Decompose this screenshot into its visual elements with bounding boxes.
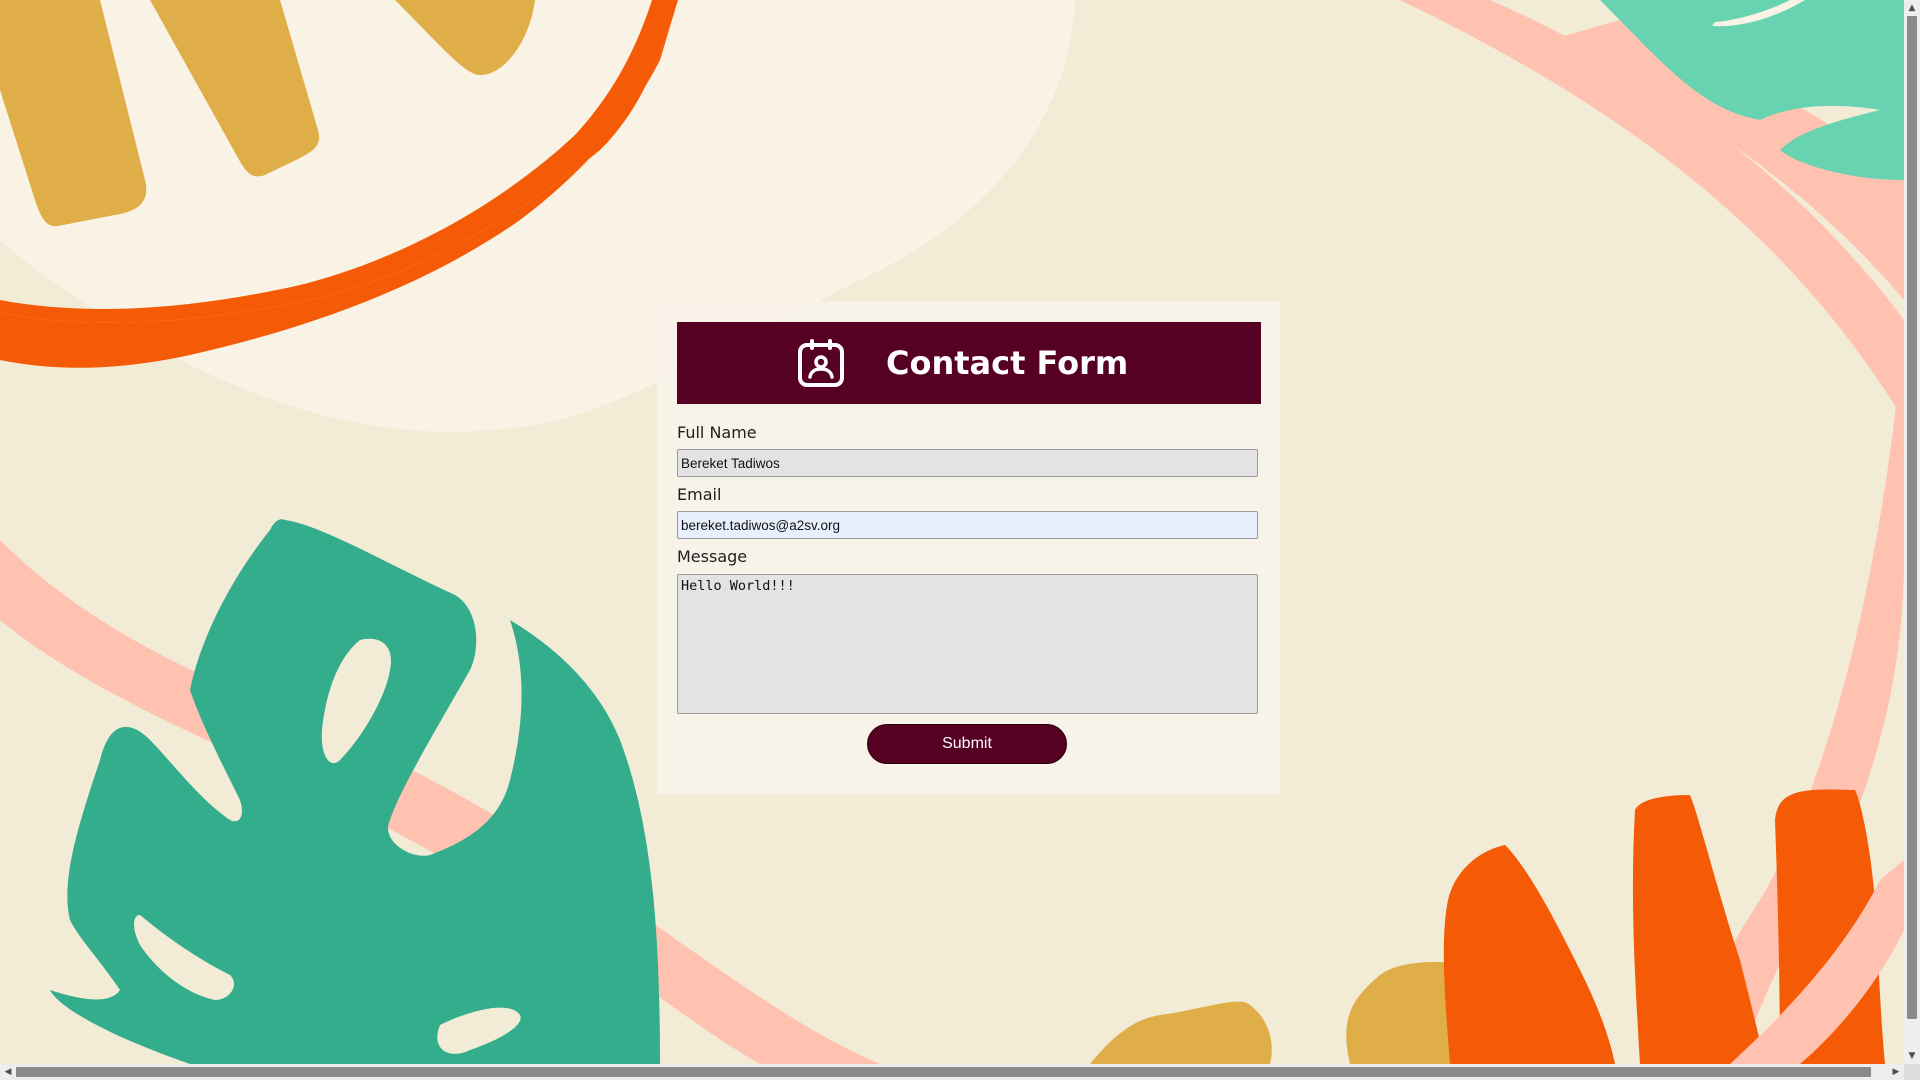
- page-viewport: Contact Form Full Name Email Message Hel…: [0, 0, 1904, 1064]
- email-input[interactable]: [677, 511, 1258, 539]
- vertical-scroll-thumb[interactable]: [1907, 16, 1917, 1019]
- form-header: Contact Form: [677, 322, 1261, 404]
- mustard-blob-bottom-1: [1090, 1001, 1272, 1064]
- horizontal-scrollbar[interactable]: ◀ ▶: [0, 1064, 1904, 1080]
- arrow-left-icon[interactable]: ◀: [0, 1064, 16, 1080]
- horizontal-scroll-thumb[interactable]: [16, 1067, 1871, 1077]
- message-textarea[interactable]: Hello World!!!: [677, 574, 1258, 714]
- email-label: Email: [677, 485, 722, 504]
- full-name-input[interactable]: [677, 449, 1258, 477]
- contact-calendar-icon: [798, 339, 844, 387]
- scrollbar-corner: [1904, 1064, 1920, 1080]
- arrow-up-icon[interactable]: ▲: [1904, 0, 1920, 16]
- message-label: Message: [677, 547, 748, 566]
- monstera-leaf: [50, 519, 660, 1064]
- submit-button[interactable]: Submit: [867, 724, 1067, 764]
- form-title: Contact Form: [886, 344, 1129, 382]
- full-name-label: Full Name: [677, 423, 757, 442]
- vertical-scrollbar[interactable]: ▲ ▼: [1904, 0, 1920, 1064]
- contact-form-panel: Contact Form Full Name Email Message Hel…: [657, 301, 1280, 794]
- arrow-right-icon[interactable]: ▶: [1888, 1064, 1904, 1080]
- arrow-down-icon[interactable]: ▼: [1904, 1048, 1920, 1064]
- orange-frond-1: [1443, 845, 1615, 1064]
